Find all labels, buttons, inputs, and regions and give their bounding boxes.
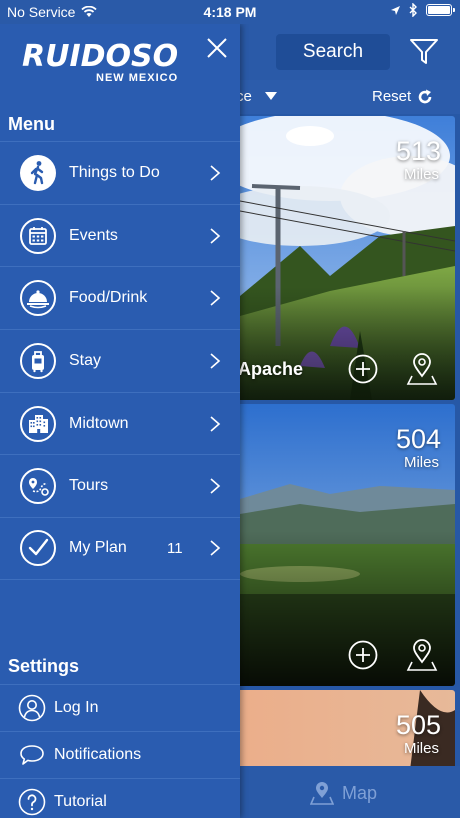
menu-item-stay[interactable]: Stay: [0, 329, 240, 392]
settings-label: Notifications: [54, 746, 142, 763]
menu-item-events[interactable]: Events: [0, 203, 240, 267]
side-menu-drawer: RUIDOSO NEW MEXICO Menu Things to Do Eve…: [0, 24, 240, 818]
sort-dropdown[interactable]: ce: [236, 88, 278, 105]
settings-item-tutorial[interactable]: Tutorial: [0, 778, 240, 818]
search-label: Search: [302, 41, 364, 62]
card-title: Apache: [238, 359, 304, 379]
map-pin-icon[interactable]: [406, 638, 438, 672]
distance-value: 504: [395, 424, 441, 454]
settings-list: Log In Notifications Tutorial: [0, 684, 240, 818]
plan-count-badge: 11: [167, 539, 183, 557]
settings-item-notifications[interactable]: Notifications: [0, 731, 240, 778]
menu-item-tours[interactable]: Tours: [0, 454, 240, 517]
chevron-right-icon: [210, 478, 221, 494]
menu-item-things-to-do[interactable]: Things to Do: [0, 141, 240, 204]
menu-label: Tours: [69, 477, 109, 495]
building-icon: [20, 405, 56, 442]
distance-unit: Miles: [403, 454, 439, 471]
menu-label: Things to Do: [69, 163, 160, 181]
map-tab-label: Map: [342, 782, 378, 803]
distance-value: 505: [395, 710, 441, 740]
menu-label: Food/Drink: [69, 289, 148, 307]
menu-label: My Plan: [69, 539, 127, 557]
menu-item-food-drink[interactable]: Food/Drink: [0, 266, 240, 329]
map-route-icon: [20, 468, 56, 505]
distance-unit: Miles: [403, 740, 439, 757]
reset-label: Reset: [372, 88, 412, 105]
distance-unit: Miles: [403, 166, 439, 183]
status-bar: No Service 4:18 PM: [0, 0, 460, 24]
menu-label: Events: [69, 226, 118, 244]
map-pin-icon: [310, 782, 334, 805]
question-icon: [18, 788, 46, 816]
user-icon: [18, 694, 46, 722]
chevron-right-icon: [210, 540, 221, 557]
battery-icon: [426, 4, 455, 16]
location-arrow-icon: [391, 5, 400, 15]
menu-item-my-plan[interactable]: My Plan 11: [0, 517, 240, 580]
luggage-icon: [20, 342, 56, 379]
logo-wordmark: RUIDOSO: [22, 39, 179, 74]
close-icon[interactable]: [205, 36, 229, 60]
menu-item-midtown[interactable]: Midtown: [0, 391, 240, 455]
refresh-icon: [418, 89, 432, 103]
settings-item-log-in[interactable]: Log In: [0, 684, 240, 731]
calendar-icon: [20, 217, 56, 254]
bluetooth-icon: [409, 3, 417, 17]
ruidoso-logo: RUIDOSO NEW MEXICO: [22, 39, 179, 85]
filter-icon[interactable]: [408, 35, 440, 67]
speech-bubble-icon: [20, 745, 44, 765]
food-cloche-icon: [20, 280, 56, 317]
map-pin-icon[interactable]: [406, 352, 438, 386]
chevron-right-icon: [210, 165, 221, 181]
chevron-right-icon: [210, 227, 221, 244]
chevron-right-icon: [210, 415, 221, 432]
distance-value: 513: [395, 136, 441, 166]
chevron-right-icon: [210, 353, 221, 369]
chevron-right-icon: [210, 290, 221, 306]
menu-label: Stay: [69, 351, 102, 369]
checkmark-icon: [20, 530, 56, 567]
caret-down-icon: [265, 92, 278, 100]
menu-list: Things to Do Events Food/Drink Stay Midt…: [0, 141, 240, 580]
reset-button[interactable]: Reset: [372, 88, 433, 105]
menu-label: Midtown: [69, 414, 129, 432]
menu-heading: Menu: [8, 114, 55, 134]
settings-heading: Settings: [8, 656, 80, 676]
add-to-plan-icon[interactable]: [348, 640, 378, 670]
search-button[interactable]: Search: [276, 34, 390, 70]
map-tab[interactable]: Map: [310, 780, 377, 806]
settings-label: Tutorial: [54, 793, 107, 810]
settings-label: Log In: [54, 699, 99, 716]
add-to-plan-icon[interactable]: [348, 354, 378, 384]
hiker-icon: [20, 154, 56, 191]
